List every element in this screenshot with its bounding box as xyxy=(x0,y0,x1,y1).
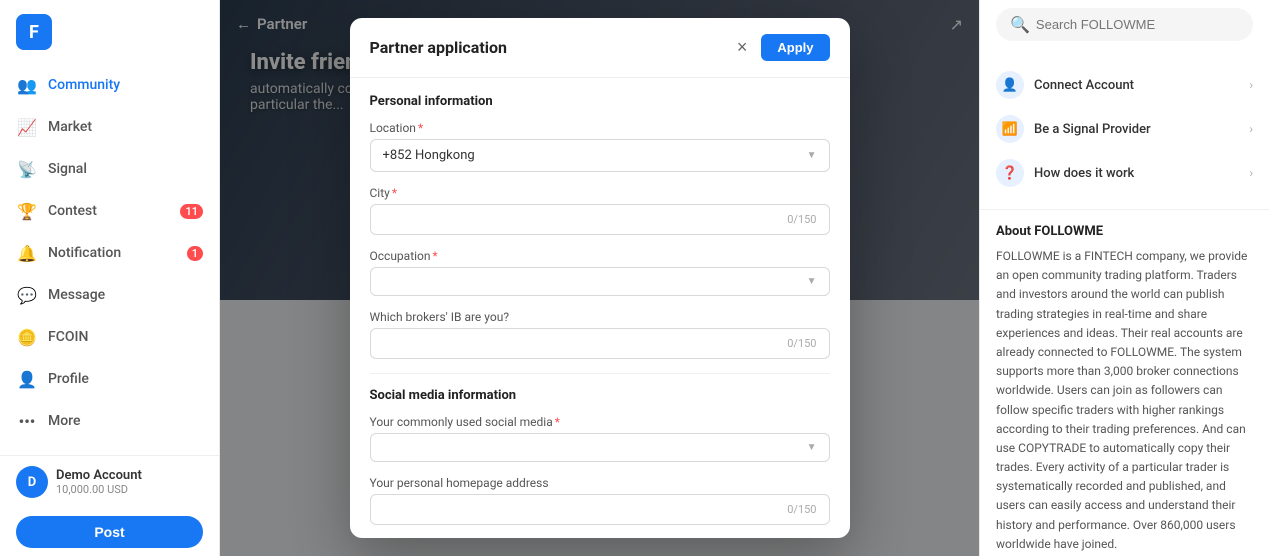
modal-apply-button[interactable]: Apply xyxy=(761,34,829,61)
message-icon: 💬 xyxy=(16,284,38,306)
modal-close-button[interactable]: × xyxy=(731,35,754,60)
partner-application-modal: Partner application × Apply Personal inf… xyxy=(350,18,850,538)
modal-overlay[interactable]: Partner application × Apply Personal inf… xyxy=(220,0,979,556)
broker-ib-input[interactable]: 0/150 xyxy=(370,328,830,359)
sidebar-item-label: Market xyxy=(48,119,92,135)
sidebar-item-label: FCOIN xyxy=(48,329,88,345)
signal-provider-label: Be a Signal Provider xyxy=(1034,122,1239,137)
avatar: D xyxy=(16,466,48,498)
personal-info-title: Personal information xyxy=(370,94,830,109)
connect-account-icon: 👤 xyxy=(996,71,1024,99)
modal-actions: × Apply xyxy=(731,34,830,61)
connect-account-item[interactable]: 👤 Connect Account › xyxy=(996,63,1253,107)
chevron-down-icon: ▼ xyxy=(807,442,817,453)
search-icon: 🔍 xyxy=(1010,15,1030,34)
user-name: Demo Account xyxy=(56,468,142,483)
modal-title: Partner application xyxy=(370,38,507,57)
notification-icon: 🔔 xyxy=(16,242,38,264)
sidebar-item-message[interactable]: 💬 Message xyxy=(0,274,219,316)
modal-body: Personal information Location * +852 Hon… xyxy=(350,78,850,538)
signal-provider-icon: 📶 xyxy=(996,115,1024,143)
occupation-field-group: Occupation * ▼ xyxy=(370,249,830,296)
about-title: About FOLLOWME xyxy=(996,224,1253,239)
sidebar-item-signal[interactable]: 📡 Signal xyxy=(0,148,219,190)
how-it-works-icon: ❓ xyxy=(996,159,1024,187)
location-label: Location * xyxy=(370,121,830,135)
right-panel: 🔍 👤 Connect Account › 📶 Be a Signal Prov… xyxy=(979,0,1269,556)
search-input[interactable] xyxy=(1036,17,1239,32)
search-bar[interactable]: 🔍 xyxy=(996,8,1253,41)
location-select[interactable]: +852 Hongkong ▼ xyxy=(370,139,830,172)
occupation-label: Occupation * xyxy=(370,249,830,263)
broker-ib-field-group: Which brokers' IB are you? 0/150 xyxy=(370,310,830,359)
sidebar-nav: 👥 Community 📈 Market 📡 Signal 🏆 Contest … xyxy=(0,64,219,455)
more-icon: ••• xyxy=(16,410,38,432)
user-balance: 10,000.00 USD xyxy=(56,483,142,496)
connect-account-label: Connect Account xyxy=(1034,78,1239,93)
right-arrow-icon: › xyxy=(1249,122,1253,136)
sidebar: F 👥 Community 📈 Market 📡 Signal 🏆 Contes… xyxy=(0,0,220,556)
right-arrow-icon: › xyxy=(1249,166,1253,180)
city-input[interactable]: 0/150 xyxy=(370,204,830,235)
user-avatar-section: D Demo Account 10,000.00 USD xyxy=(0,455,219,508)
community-icon: 👥 xyxy=(16,74,38,96)
user-info: Demo Account 10,000.00 USD xyxy=(56,468,142,496)
sidebar-item-label: More xyxy=(48,413,81,429)
city-label: City * xyxy=(370,186,830,200)
contest-badge: 11 xyxy=(180,204,203,219)
homepage-address-group: Your personal homepage address 0/150 xyxy=(370,476,830,525)
social-media-select[interactable]: ▼ xyxy=(370,433,830,462)
sidebar-item-profile[interactable]: 👤 Profile xyxy=(0,358,219,400)
sidebar-item-fcoin[interactable]: 🪙 FCOIN xyxy=(0,316,219,358)
social-media-title: Social media information xyxy=(370,388,830,403)
broker-ib-char-count: 0/150 xyxy=(787,337,816,350)
social-media-platform-group: Your commonly used social media * ▼ xyxy=(370,415,830,462)
notification-badge: 1 xyxy=(187,246,203,261)
post-button[interactable]: Post xyxy=(16,516,203,548)
how-it-works-label: How does it work xyxy=(1034,166,1239,181)
about-section: About FOLLOWME FOLLOWME is a FINTECH com… xyxy=(980,210,1269,556)
sidebar-item-label: Community xyxy=(48,77,120,93)
modal-header: Partner application × Apply xyxy=(350,18,850,78)
signal-provider-item[interactable]: 📶 Be a Signal Provider › xyxy=(996,107,1253,151)
sidebar-item-label: Signal xyxy=(48,161,87,177)
fcoin-icon: 🪙 xyxy=(16,326,38,348)
sidebar-item-market[interactable]: 📈 Market xyxy=(0,106,219,148)
broker-ib-label: Which brokers' IB are you? xyxy=(370,310,830,324)
social-media-platform-label: Your commonly used social media * xyxy=(370,415,830,429)
main-content: ← Partner ↗ Invite friends to connect to… xyxy=(220,0,979,556)
sidebar-item-contest[interactable]: 🏆 Contest 11 xyxy=(0,190,219,232)
logo-icon: F xyxy=(16,14,52,50)
homepage-char-count: 0/150 xyxy=(787,503,816,516)
sidebar-item-notification[interactable]: 🔔 Notification 1 xyxy=(0,232,219,274)
homepage-address-label: Your personal homepage address xyxy=(370,476,830,490)
signal-icon: 📡 xyxy=(16,158,38,180)
about-text: FOLLOWME is a FINTECH company, we provid… xyxy=(996,247,1253,554)
how-it-works-item[interactable]: ❓ How does it work › xyxy=(996,151,1253,195)
location-value: +852 Hongkong xyxy=(383,148,475,163)
right-arrow-icon: › xyxy=(1249,78,1253,92)
sidebar-item-label: Message xyxy=(48,287,105,303)
sidebar-item-community[interactable]: 👥 Community xyxy=(0,64,219,106)
sidebar-item-label: Notification xyxy=(48,245,121,261)
connect-account-section: 👤 Connect Account › 📶 Be a Signal Provid… xyxy=(980,49,1269,210)
section-divider xyxy=(370,373,830,374)
contest-icon: 🏆 xyxy=(16,200,38,222)
homepage-address-input[interactable]: 0/150 xyxy=(370,494,830,525)
occupation-select[interactable]: ▼ xyxy=(370,267,830,296)
city-char-count: 0/150 xyxy=(787,213,816,226)
city-field-group: City * 0/150 xyxy=(370,186,830,235)
profile-icon: 👤 xyxy=(16,368,38,390)
chevron-down-icon: ▼ xyxy=(807,150,817,161)
sidebar-item-label: Contest xyxy=(48,203,97,219)
sidebar-item-label: Profile xyxy=(48,371,89,387)
app-logo: F xyxy=(0,0,219,64)
location-field-group: Location * +852 Hongkong ▼ xyxy=(370,121,830,172)
chevron-down-icon: ▼ xyxy=(807,276,817,287)
sidebar-item-more[interactable]: ••• More xyxy=(0,400,219,442)
market-icon: 📈 xyxy=(16,116,38,138)
